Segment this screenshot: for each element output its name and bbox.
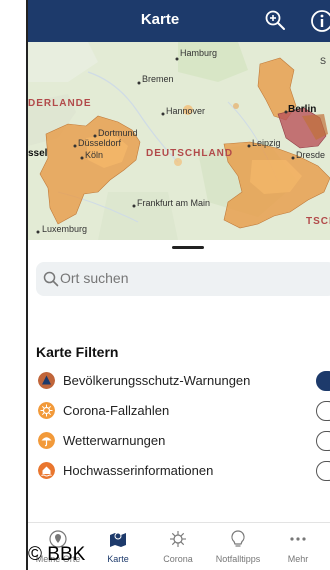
filter-toggle-corona[interactable] xyxy=(316,401,330,421)
region-label-deutschland: DEUTSCHLAND xyxy=(146,148,234,159)
filter-row-bevoelkerungsschutz[interactable]: Bevölkerungsschutz-Warnungen xyxy=(28,368,330,394)
tab-mehr[interactable]: Mehr xyxy=(268,523,328,570)
tab-label: Corona xyxy=(163,554,193,564)
warning-map[interactable]: Hamburg S Bremen DERLANDE Hannover Berli… xyxy=(28,42,330,240)
city-label-hamburg: Hamburg xyxy=(180,48,218,58)
app-header: Karte xyxy=(28,0,330,42)
filter-row-hochwasser[interactable]: Hochwasserinformationen xyxy=(28,458,330,484)
region-label-tschechien: TSCH xyxy=(306,216,330,227)
filter-label: Bevölkerungsschutz-Warnungen xyxy=(63,373,251,388)
city-label-stettin: S xyxy=(320,56,327,66)
virus-icon xyxy=(38,402,55,419)
info-icon[interactable] xyxy=(310,9,330,33)
city-label-luxemburg: Luxemburg xyxy=(42,224,88,234)
city-label-dresden: Dresde xyxy=(296,150,326,160)
app-frame: Karte Hamburg S Bremen DERLANDE Hannover… xyxy=(0,0,330,570)
search-field[interactable]: Ort suchen xyxy=(36,262,330,296)
city-label-duesseldorf: Düsseldorf xyxy=(78,138,122,148)
city-label-dortmund: Dortmund xyxy=(98,128,138,138)
tab-label: Notfalltipps xyxy=(215,554,261,564)
city-label-assel: ssel xyxy=(28,148,48,159)
city-label-bremen: Bremen xyxy=(142,74,174,84)
tab-label: Karte xyxy=(107,554,129,564)
city-label-leipzig: Leipzig xyxy=(252,138,281,148)
filter-row-corona[interactable]: Corona-Fallzahlen xyxy=(28,398,330,424)
filter-row-wetter[interactable]: Wetterwarnungen xyxy=(28,428,330,454)
phone-screen: Karte Hamburg S Bremen DERLANDE Hannover… xyxy=(28,0,330,570)
filter-heading: Karte Filtern xyxy=(36,344,119,360)
city-label-koeln: Köln xyxy=(85,150,104,160)
lightbulb-icon xyxy=(231,530,245,547)
filter-label: Wetterwarnungen xyxy=(63,433,166,448)
more-icon xyxy=(290,537,306,541)
city-label-hannover: Hannover xyxy=(166,106,206,116)
filter-sheet: Ort suchen Karte Filtern Bevölkerungssch… xyxy=(28,240,330,522)
flood-house-icon xyxy=(38,462,55,479)
search-icon xyxy=(43,271,59,287)
zoom-in-icon[interactable] xyxy=(264,9,286,31)
warning-triangle-icon xyxy=(38,372,55,389)
sheet-drag-handle[interactable] xyxy=(172,246,204,249)
city-label-frankfurt: Frankfurt am Main xyxy=(137,198,211,208)
tab-label: Mehr xyxy=(287,554,309,564)
filter-toggle-wetter[interactable] xyxy=(316,431,330,451)
filter-toggle-bevoelkerungsschutz[interactable] xyxy=(316,371,330,391)
tab-notfalltipps[interactable]: Notfalltipps xyxy=(208,523,268,570)
map-icon xyxy=(110,532,126,547)
filter-label: Corona-Fallzahlen xyxy=(63,403,170,418)
copyright-overlay: © BBK xyxy=(28,544,86,565)
city-label-berlin: Berlin xyxy=(288,104,317,115)
tab-karte[interactable]: Karte xyxy=(88,523,148,570)
filter-label: Hochwasserinformationen xyxy=(63,463,214,478)
search-placeholder: Ort suchen xyxy=(60,270,129,286)
umbrella-icon xyxy=(38,432,55,449)
page-title: Karte xyxy=(140,11,180,28)
filter-toggle-hochwasser[interactable] xyxy=(316,461,330,481)
map-canvas xyxy=(28,42,330,240)
tab-corona[interactable]: Corona xyxy=(148,523,208,570)
region-label-niederlande: DERLANDE xyxy=(28,98,92,109)
virus-icon xyxy=(170,531,186,547)
